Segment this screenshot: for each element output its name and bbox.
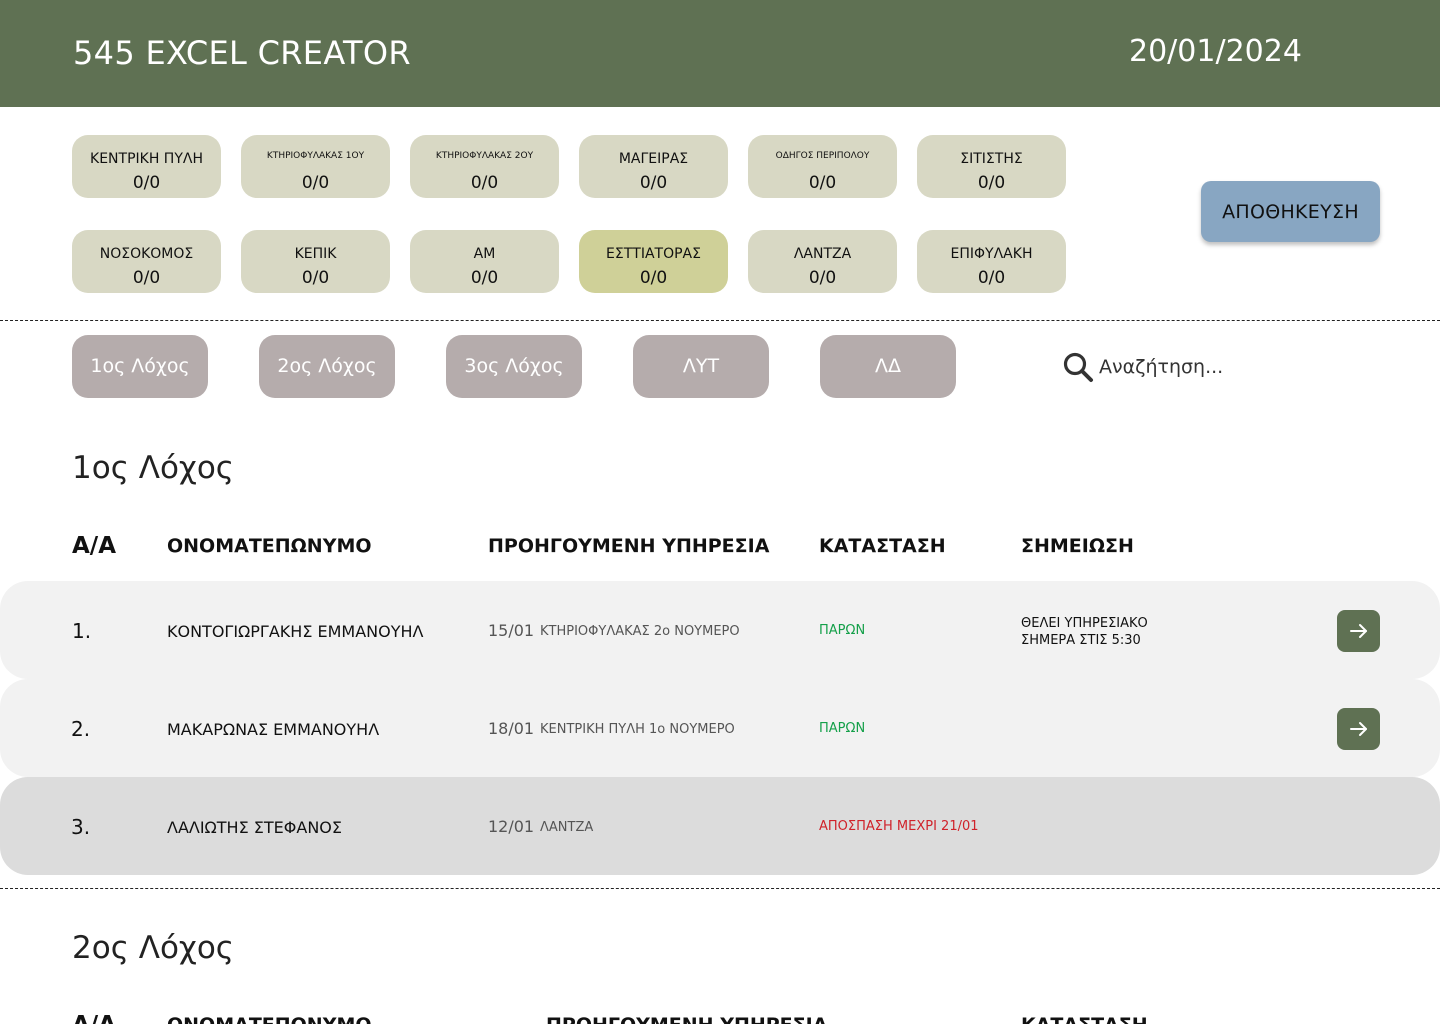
post-tile[interactable]: ΟΔΗΓΟΣ ΠΕΡΙΠΟΛΟΥ 0/0 bbox=[748, 135, 897, 198]
post-tile-selected[interactable]: ΕΣΤΤΙΑΤΟΡΑΣ 0/0 bbox=[579, 230, 728, 293]
post-count: 0/0 bbox=[977, 268, 1006, 288]
column-header-status: ΚΑΤΑΣΤΑΣΗ bbox=[1021, 1014, 1148, 1024]
column-header-fullname: ΟΝΟΜΑΤΕΠΩΝΥΜΟ bbox=[167, 535, 372, 557]
status-text: ΠΑΡΩΝ bbox=[819, 721, 866, 736]
post-count: 0/0 bbox=[808, 173, 837, 193]
column-header-aa: Α/Α bbox=[72, 533, 117, 559]
post-count: 0/0 bbox=[470, 268, 499, 288]
divider bbox=[0, 888, 1440, 889]
row-number: 1. bbox=[72, 619, 92, 643]
filter-company-1[interactable]: 1ος Λόχος bbox=[72, 335, 208, 398]
previous-duty-date: 15/01 bbox=[488, 621, 535, 640]
filter-ld[interactable]: ΛΔ bbox=[820, 335, 956, 398]
post-tile[interactable]: ΜΑΓΕΙΡΑΣ 0/0 bbox=[579, 135, 728, 198]
search-icon bbox=[1063, 352, 1093, 382]
divider bbox=[0, 320, 1440, 321]
post-name: ΟΔΗΓΟΣ ΠΕΡΙΠΟΛΟΥ bbox=[775, 151, 870, 161]
column-header-previous: ΠΡΟΗΓΟΥΜΕΝΗ ΥΠΗΡΕΣΙΑ bbox=[546, 1014, 827, 1024]
post-tile[interactable]: ΑΜ 0/0 bbox=[410, 230, 559, 293]
table-row[interactable]: 3. ΛΑΛΙΩΤΗΣ ΣΤΕΦΑΝΟΣ 12/01 ΛΑΝΤΖΑ ΑΠΟΣΠΑ… bbox=[0, 777, 1440, 875]
row-number: 3. bbox=[71, 815, 91, 839]
post-tile[interactable]: ΚΕΝΤΡΙΚΗ ΠΥΛΗ 0/0 bbox=[72, 135, 221, 198]
current-date: 20/01/2024 bbox=[1129, 34, 1302, 69]
post-tile[interactable]: ΕΠΙΦΥΛΑΚΗ 0/0 bbox=[917, 230, 1066, 293]
post-count: 0/0 bbox=[301, 268, 330, 288]
post-tile[interactable]: ΚΤΗΡΙΟΦΥΛΑΚΑΣ 1ΟΥ 0/0 bbox=[241, 135, 390, 198]
column-header-status: ΚΑΤΑΣΤΑΣΗ bbox=[819, 535, 946, 557]
post-count: 0/0 bbox=[639, 173, 668, 193]
column-header-note: ΣΗΜΕΙΩΣΗ bbox=[1021, 535, 1134, 557]
previous-duty: ΛΑΝΤΖΑ bbox=[540, 820, 594, 835]
table-row[interactable]: 2. ΜΑΚΑΡΩΝΑΣ ΕΜΜΑΝΟΥΗΛ 18/01 ΚΕΝΤΡΙΚΗ ΠΥ… bbox=[0, 679, 1440, 777]
post-count: 0/0 bbox=[977, 173, 1006, 193]
post-tile[interactable]: ΚΕΠΙΚ 0/0 bbox=[241, 230, 390, 293]
previous-duty: ΚΤΗΡΙΟΦΥΛΑΚΑΣ 2ο ΝΟΥΜΕΡΟ bbox=[540, 624, 740, 639]
post-count: 0/0 bbox=[639, 268, 668, 288]
status-text: ΠΑΡΩΝ bbox=[819, 623, 866, 638]
post-tile[interactable]: ΛΑΝΤΖΑ 0/0 bbox=[748, 230, 897, 293]
post-name: ΣΙΤΙΣΤΗΣ bbox=[960, 151, 1023, 167]
status-text: ΑΠΟΣΠΑΣΗ ΜΕΧΡΙ 21/01 bbox=[819, 819, 979, 834]
post-name: ΚΤΗΡΙΟΦΥΛΑΚΑΣ 2ΟΥ bbox=[435, 151, 534, 161]
search-box[interactable] bbox=[1062, 350, 1312, 384]
section-title: 1ος Λόχος bbox=[72, 450, 234, 486]
app-header: 545 EXCEL CREATOR 20/01/2024 bbox=[0, 0, 1440, 107]
column-header-aa: Α/Α bbox=[72, 1012, 116, 1024]
post-name: ΑΜ bbox=[473, 246, 496, 262]
post-count: 0/0 bbox=[132, 268, 161, 288]
search-input[interactable] bbox=[1099, 352, 1309, 382]
note-line: ΣΗΜΕΡΑ ΣΤΙΣ 5:30 bbox=[1021, 633, 1141, 648]
soldier-name: ΛΑΛΙΩΤΗΣ ΣΤΕΦΑΝΟΣ bbox=[167, 818, 342, 837]
note-line: ΘΕΛΕΙ ΥΠΗΡΕΣΙΑΚΟ bbox=[1021, 616, 1148, 631]
table-row[interactable]: 1. ΚΟΝΤΟΓΙΩΡΓΑΚΗΣ ΕΜΜΑΝΟΥΗΛ 15/01 ΚΤΗΡΙΟ… bbox=[0, 581, 1440, 679]
post-name: ΕΣΤΤΙΑΤΟΡΑΣ bbox=[606, 246, 701, 262]
post-tile[interactable]: ΣΙΤΙΣΤΗΣ 0/0 bbox=[917, 135, 1066, 198]
previous-duty-date: 12/01 bbox=[488, 817, 535, 836]
post-name: ΚΕΠΙΚ bbox=[294, 246, 337, 262]
filter-lyt[interactable]: ΛΥΤ bbox=[633, 335, 769, 398]
section-title: 2ος Λόχος bbox=[72, 930, 234, 966]
post-count: 0/0 bbox=[470, 173, 499, 193]
post-name: ΝΟΣΟΚΟΜΟΣ bbox=[99, 246, 194, 262]
post-name: ΛΑΝΤΖΑ bbox=[793, 246, 852, 262]
open-row-button[interactable] bbox=[1337, 610, 1380, 652]
app-title: 545 EXCEL CREATOR bbox=[73, 34, 411, 72]
row-number: 2. bbox=[71, 717, 91, 741]
previous-duty-date: 18/01 bbox=[488, 719, 535, 738]
post-tile[interactable]: ΚΤΗΡΙΟΦΥΛΑΚΑΣ 2ΟΥ 0/0 bbox=[410, 135, 559, 198]
post-tile[interactable]: ΝΟΣΟΚΟΜΟΣ 0/0 bbox=[72, 230, 221, 293]
soldier-name: ΜΑΚΑΡΩΝΑΣ ΕΜΜΑΝΟΥΗΛ bbox=[167, 720, 380, 739]
arrow-right-icon bbox=[1350, 624, 1367, 638]
post-count: 0/0 bbox=[132, 173, 161, 193]
previous-duty: ΚΕΝΤΡΙΚΗ ΠΥΛΗ 1ο ΝΟΥΜΕΡΟ bbox=[540, 722, 735, 737]
post-name: ΚΤΗΡΙΟΦΥΛΑΚΑΣ 1ΟΥ bbox=[266, 151, 365, 161]
post-name: ΕΠΙΦΥΛΑΚΗ bbox=[950, 246, 1033, 262]
post-count: 0/0 bbox=[301, 173, 330, 193]
note-text: ΘΕΛΕΙ ΥΠΗΡΕΣΙΑΚΟ ΣΗΜΕΡΑ ΣΤΙΣ 5:30 bbox=[1021, 615, 1148, 649]
soldier-name: ΚΟΝΤΟΓΙΩΡΓΑΚΗΣ ΕΜΜΑΝΟΥΗΛ bbox=[167, 622, 424, 641]
column-header-previous: ΠΡΟΗΓΟΥΜΕΝΗ ΥΠΗΡΕΣΙΑ bbox=[488, 535, 770, 557]
open-row-button[interactable] bbox=[1337, 708, 1380, 750]
filter-company-2[interactable]: 2ος Λόχος bbox=[259, 335, 395, 398]
post-name: ΜΑΓΕΙΡΑΣ bbox=[618, 151, 689, 167]
column-header-fullname: ΟΝΟΜΑΤΕΠΩΝΥΜΟ bbox=[167, 1014, 372, 1024]
post-count: 0/0 bbox=[808, 268, 837, 288]
arrow-right-icon bbox=[1350, 722, 1367, 736]
filter-company-3[interactable]: 3ος Λόχος bbox=[446, 335, 582, 398]
post-name: ΚΕΝΤΡΙΚΗ ΠΥΛΗ bbox=[90, 151, 203, 167]
save-button[interactable]: ΑΠΟΘΗΚΕΥΣΗ bbox=[1201, 181, 1380, 242]
